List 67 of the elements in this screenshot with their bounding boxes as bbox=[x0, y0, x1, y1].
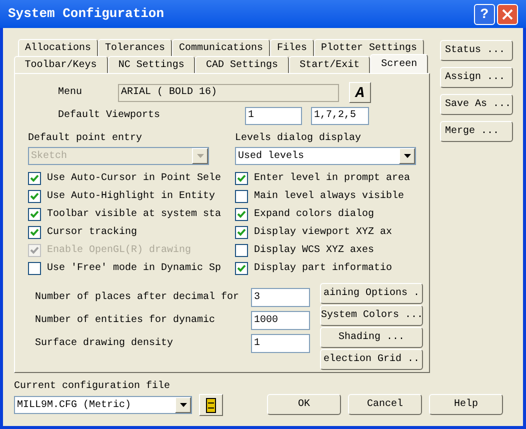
tab[interactable]: Tolerances bbox=[98, 39, 172, 56]
checkbox[interactable] bbox=[235, 190, 248, 202]
window-title: System Configuration bbox=[8, 5, 166, 24]
dropdown[interactable]: MILL9M.CFG (Metric) bbox=[14, 396, 192, 414]
tab[interactable]: Files bbox=[270, 39, 314, 56]
checkbox[interactable] bbox=[235, 226, 248, 238]
field-label: Number of places after decimal for bbox=[35, 290, 240, 305]
field-label: Current configuration file bbox=[14, 380, 172, 394]
checkbox-label: Expand colors dialog bbox=[254, 208, 374, 222]
field-label: Default point entry bbox=[28, 132, 144, 146]
checkbox[interactable] bbox=[28, 208, 41, 220]
field-label: Default Viewports bbox=[57, 108, 162, 123]
checkbox[interactable] bbox=[28, 262, 41, 274]
side-button[interactable]: Save As ... bbox=[440, 94, 513, 115]
field-label: Number of entities for dynamic bbox=[35, 314, 216, 328]
checkbox-label: Use Auto-Cursor in Point Sele bbox=[47, 172, 222, 186]
dropdown[interactable]: Used levels bbox=[235, 147, 416, 165]
option-button[interactable]: election Grid .. bbox=[320, 349, 423, 370]
checkbox-label: Display WCS XYZ axes bbox=[254, 244, 374, 258]
tab[interactable]: NC Settings bbox=[108, 56, 196, 73]
option-button[interactable]: System Colors ... bbox=[320, 305, 423, 326]
tab[interactable]: Start/Exit bbox=[288, 56, 370, 73]
font-field[interactable]: ARIAL ( BOLD 16) bbox=[118, 84, 339, 102]
tab[interactable]: Plotter Settings bbox=[314, 39, 424, 56]
dialog-button[interactable]: Help bbox=[429, 394, 503, 415]
checkbox[interactable] bbox=[235, 244, 248, 256]
checkbox-label: Cursor tracking bbox=[47, 226, 138, 240]
option-button[interactable]: Shading ... bbox=[320, 327, 423, 348]
field-label: Surface drawing density bbox=[35, 336, 174, 351]
side-button[interactable]: Merge ... bbox=[440, 121, 513, 142]
checkbox-label: Toolbar visible at system sta bbox=[47, 208, 222, 222]
checkbox[interactable] bbox=[235, 172, 248, 184]
tab[interactable]: Communications bbox=[172, 39, 270, 56]
dialog-button[interactable]: Cancel bbox=[348, 394, 422, 415]
close-icon[interactable] bbox=[502, 8, 513, 20]
checkbox-label: Enter level in prompt area bbox=[254, 172, 410, 186]
side-button[interactable]: Status ... bbox=[440, 40, 513, 61]
tab[interactable]: Toolbar/Keys bbox=[14, 56, 108, 73]
checkbox[interactable] bbox=[235, 208, 248, 220]
help-button[interactable]: ? bbox=[474, 4, 495, 24]
field-label: Menu bbox=[57, 86, 84, 100]
file-cabinet-button[interactable] bbox=[199, 394, 223, 416]
field-label: Levels dialog display bbox=[235, 132, 362, 146]
checkbox[interactable] bbox=[235, 262, 248, 274]
tab[interactable]: CAD Settings bbox=[195, 56, 289, 73]
checkbox[interactable] bbox=[28, 190, 41, 202]
tab[interactable]: Allocations bbox=[18, 39, 98, 56]
font-button[interactable]: A bbox=[349, 82, 371, 103]
close-button[interactable] bbox=[497, 4, 518, 24]
checkbox-label: Use 'Free' mode in Dynamic Sp bbox=[47, 262, 222, 276]
checkbox-label: Display part informatio bbox=[254, 262, 392, 276]
dialog-button[interactable]: OK bbox=[267, 394, 341, 415]
checkbox[interactable] bbox=[28, 226, 41, 238]
checkbox-label: Use Auto-Highlight in Entity bbox=[47, 190, 216, 204]
checkbox-label: Main level always visible bbox=[254, 190, 404, 204]
number-field[interactable]: 1 bbox=[251, 334, 310, 353]
number-field[interactable]: 1000 bbox=[251, 311, 310, 330]
viewport-field[interactable]: 1,7,2,5 bbox=[311, 106, 369, 124]
file-cabinet-icon bbox=[206, 398, 216, 412]
viewport-field[interactable]: 1 bbox=[245, 106, 302, 124]
number-field[interactable]: 3 bbox=[251, 288, 310, 307]
checkbox-label: Display viewport XYZ ax bbox=[254, 226, 392, 240]
option-button[interactable]: aining Options . bbox=[320, 283, 423, 304]
checkbox-label: Enable OpenGL(R) drawing bbox=[47, 244, 192, 258]
tab[interactable]: Screen bbox=[370, 54, 428, 73]
side-button[interactable]: Assign ... bbox=[440, 67, 513, 88]
checkbox[interactable] bbox=[28, 172, 41, 184]
